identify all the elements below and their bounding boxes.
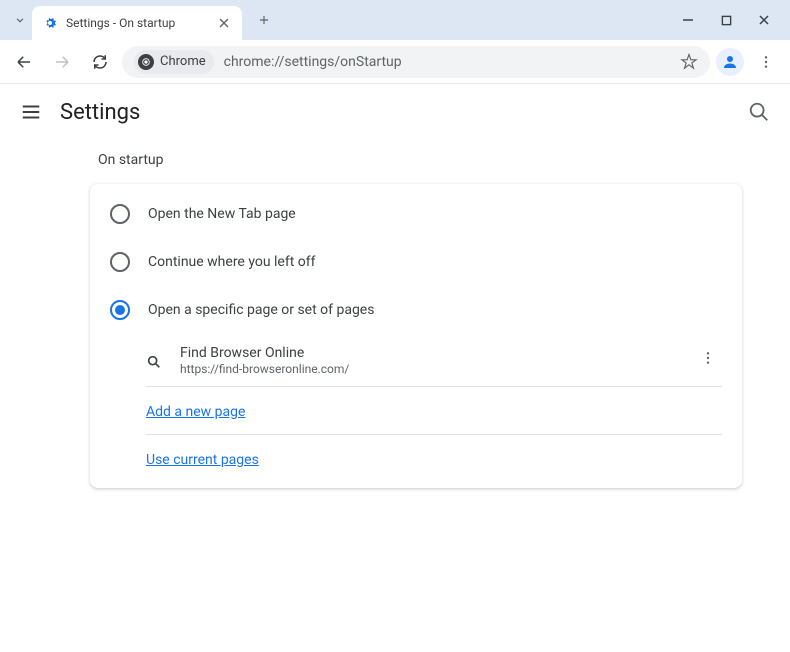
startup-card: Open the New Tab page Continue where you… xyxy=(90,184,742,488)
radio-specific-pages[interactable]: Open a specific page or set of pages xyxy=(90,286,742,334)
browser-menu-button[interactable] xyxy=(750,46,782,78)
chrome-icon xyxy=(138,54,154,70)
menu-icon[interactable] xyxy=(20,101,42,123)
arrow-left-icon xyxy=(15,53,33,71)
use-current-link[interactable]: Use current pages xyxy=(146,452,259,468)
browser-toolbar: Chrome chrome://settings/onStartup xyxy=(0,40,790,84)
settings-content: On startup Open the New Tab page Continu… xyxy=(0,140,790,508)
page-menu-button[interactable] xyxy=(694,344,722,376)
forward-button[interactable] xyxy=(46,46,78,78)
reload-button[interactable] xyxy=(84,46,116,78)
magnifier-icon xyxy=(146,354,162,370)
minimize-button[interactable] xyxy=(678,10,698,30)
profile-avatar[interactable] xyxy=(716,48,744,76)
chip-label: Chrome xyxy=(160,54,206,69)
reload-icon xyxy=(91,53,109,71)
tab-search-button[interactable] xyxy=(8,8,32,32)
section-title: On startup xyxy=(90,152,742,168)
gear-icon xyxy=(42,15,58,31)
add-page-link[interactable]: Add a new page xyxy=(146,404,245,420)
maximize-icon xyxy=(721,15,732,26)
plus-icon xyxy=(257,13,271,27)
radio-label: Open a specific page or set of pages xyxy=(148,302,374,318)
radio-icon xyxy=(110,204,130,224)
search-icon[interactable] xyxy=(748,101,770,123)
startup-page-url: https://find-browseronline.com/ xyxy=(180,362,676,376)
minimize-icon xyxy=(682,14,694,26)
window-titlebar: Settings - On startup xyxy=(0,0,790,40)
arrow-right-icon xyxy=(53,53,71,71)
radio-icon xyxy=(110,252,130,272)
url-text: chrome://settings/onStartup xyxy=(224,54,670,70)
tab-title: Settings - On startup xyxy=(66,16,208,30)
person-icon xyxy=(721,53,739,71)
use-current-row: Use current pages xyxy=(90,435,742,482)
add-page-row: Add a new page xyxy=(90,387,742,434)
radio-icon xyxy=(110,300,130,320)
radio-label: Continue where you left off xyxy=(148,254,316,270)
more-vertical-icon xyxy=(700,350,716,366)
radio-new-tab[interactable]: Open the New Tab page xyxy=(90,190,742,238)
close-window-button[interactable] xyxy=(754,10,774,30)
close-icon xyxy=(758,14,770,26)
radio-label: Open the New Tab page xyxy=(148,206,296,222)
radio-continue[interactable]: Continue where you left off xyxy=(90,238,742,286)
window-controls xyxy=(678,10,782,30)
address-bar[interactable]: Chrome chrome://settings/onStartup xyxy=(122,46,710,78)
startup-page-row: Find Browser Online https://find-browser… xyxy=(90,334,742,386)
back-button[interactable] xyxy=(8,46,40,78)
page-title: Settings xyxy=(60,100,140,125)
bookmark-star-icon[interactable] xyxy=(680,53,698,71)
more-vertical-icon xyxy=(758,54,774,70)
site-chip[interactable]: Chrome xyxy=(134,50,214,74)
settings-appbar: Settings xyxy=(0,84,790,140)
new-tab-button[interactable] xyxy=(250,6,278,34)
close-icon[interactable] xyxy=(216,15,232,31)
startup-page-name: Find Browser Online xyxy=(180,345,676,361)
maximize-button[interactable] xyxy=(716,10,736,30)
browser-tab[interactable]: Settings - On startup xyxy=(32,6,242,40)
chevron-down-icon xyxy=(13,13,27,27)
